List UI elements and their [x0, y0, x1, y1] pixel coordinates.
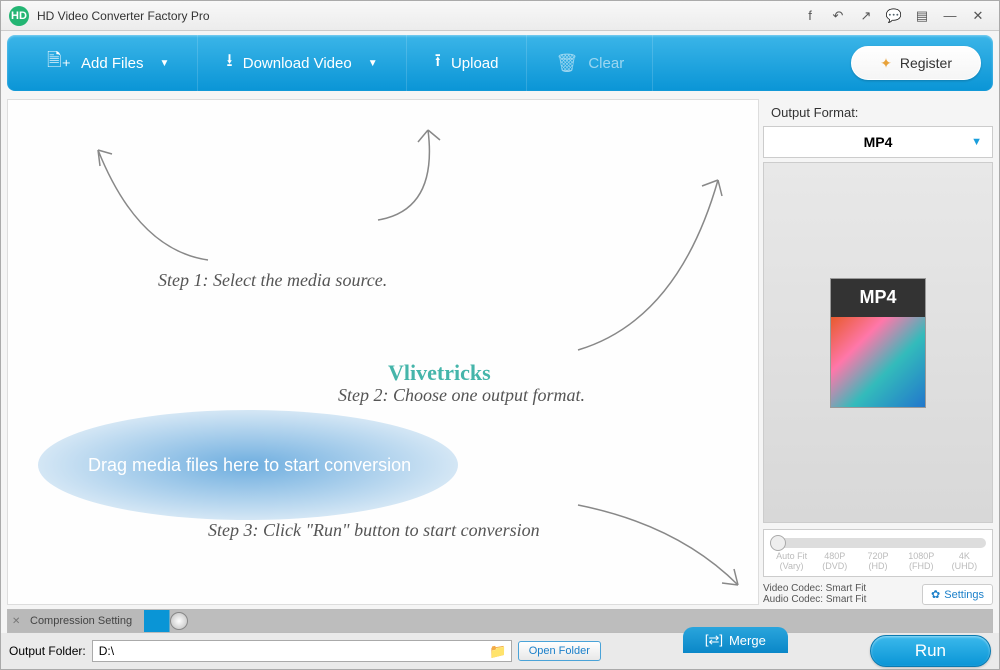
- minimize-icon[interactable]: —: [937, 6, 963, 26]
- compression-handle[interactable]: [170, 612, 188, 630]
- open-folder-button[interactable]: Open Folder: [518, 641, 601, 661]
- watermark-text: Vlivetricks: [388, 360, 491, 386]
- message-icon[interactable]: 💬: [881, 6, 907, 26]
- register-icon: ✦: [880, 55, 892, 72]
- format-preview-box: MP4: [763, 162, 993, 523]
- video-codec-text: Video Codec: Smart Fit: [763, 583, 916, 594]
- menu-icon[interactable]: ▤: [909, 6, 935, 26]
- download-icon: ⭳: [226, 48, 232, 78]
- open-folder-label: Open Folder: [529, 645, 590, 657]
- step3-text: Step 3: Click "Run" button to start conv…: [208, 520, 540, 541]
- slider-track[interactable]: [770, 538, 986, 548]
- output-format-label: Output Format:: [763, 99, 993, 126]
- format-thumbnail: MP4: [830, 278, 926, 408]
- close-icon[interactable]: ✕: [965, 6, 991, 26]
- merge-label: Merge: [729, 633, 766, 648]
- compression-slider[interactable]: [144, 610, 992, 632]
- register-label: Register: [900, 55, 952, 71]
- upload-icon: ⭱: [435, 48, 441, 78]
- audio-codec-text: Audio Codec: Smart Fit: [763, 594, 916, 605]
- step2-text: Step 2: Choose one output format.: [338, 385, 585, 406]
- main-toolbar: 🗎₊ Add Files ▼ ⭳ Download Video ▼ ⭱ Uplo…: [7, 35, 993, 91]
- folder-icon[interactable]: 📁: [489, 643, 506, 660]
- resolution-slider[interactable]: Auto Fit(Vary) 480P(DVD) 720P(HD) 1080P(…: [763, 529, 993, 577]
- add-file-icon: 🗎₊: [47, 48, 71, 78]
- drag-hint-text: Drag media files here to start conversio…: [88, 455, 411, 476]
- compression-label: Compression Setting: [8, 610, 144, 632]
- settings-button[interactable]: ✿ Settings: [922, 584, 993, 605]
- merge-button[interactable]: [⇄] Merge: [683, 627, 788, 653]
- add-files-label: Add Files: [81, 55, 144, 72]
- upload-label: Upload: [451, 55, 499, 72]
- sidebar: Output Format: MP4 ▼ MP4 Auto Fit(Vary) …: [763, 99, 993, 605]
- titlebar: HD HD Video Converter Factory Pro f ↶ ↗ …: [1, 1, 999, 31]
- resolution-labels: Auto Fit(Vary) 480P(DVD) 720P(HD) 1080P(…: [770, 552, 986, 572]
- codec-info: Video Codec: Smart Fit Audio Codec: Smar…: [763, 583, 916, 605]
- output-folder-input[interactable]: D:\ 📁: [92, 640, 512, 662]
- output-format-selector[interactable]: MP4 ▼: [763, 126, 993, 158]
- run-button[interactable]: Run: [870, 635, 991, 667]
- upload-button[interactable]: ⭱ Upload: [407, 35, 528, 91]
- drop-canvas[interactable]: Step 1: Select the media source. Vlivetr…: [7, 99, 759, 605]
- compression-bar: Compression Setting: [7, 609, 993, 633]
- settings-label: Settings: [944, 589, 984, 601]
- chevron-down-icon: ▼: [971, 136, 982, 148]
- output-folder-label: Output Folder:: [9, 644, 86, 658]
- share-icon[interactable]: ↗: [853, 6, 879, 26]
- step1-text: Step 1: Select the media source.: [158, 270, 387, 291]
- facebook-icon[interactable]: f: [797, 6, 823, 26]
- clear-button[interactable]: 🗑 Clear: [527, 35, 653, 91]
- bottom-bar: Output Folder: D:\ 📁 Open Folder [⇄] Mer…: [1, 633, 999, 669]
- output-folder-value: D:\: [99, 644, 114, 658]
- window-title: HD Video Converter Factory Pro: [37, 9, 797, 23]
- thumb-label: MP4: [831, 279, 925, 317]
- selected-format-text: MP4: [864, 134, 893, 150]
- thumb-image: [831, 317, 925, 407]
- merge-icon: [⇄]: [705, 632, 723, 648]
- register-button[interactable]: ✦ Register: [851, 46, 981, 80]
- add-files-button[interactable]: 🗎₊ Add Files ▼: [19, 35, 198, 91]
- download-video-label: Download Video: [243, 55, 352, 72]
- chevron-down-icon: ▼: [368, 58, 378, 69]
- undo-icon[interactable]: ↶: [825, 6, 851, 26]
- download-video-button[interactable]: ⭳ Download Video ▼: [198, 35, 406, 91]
- slider-thumb[interactable]: [770, 535, 786, 551]
- chevron-down-icon: ▼: [160, 58, 170, 69]
- app-logo-icon: HD: [9, 6, 29, 26]
- trash-icon: 🗑: [555, 53, 578, 74]
- run-label: Run: [915, 641, 946, 660]
- gear-icon: ✿: [931, 588, 940, 601]
- clear-label: Clear: [588, 55, 624, 72]
